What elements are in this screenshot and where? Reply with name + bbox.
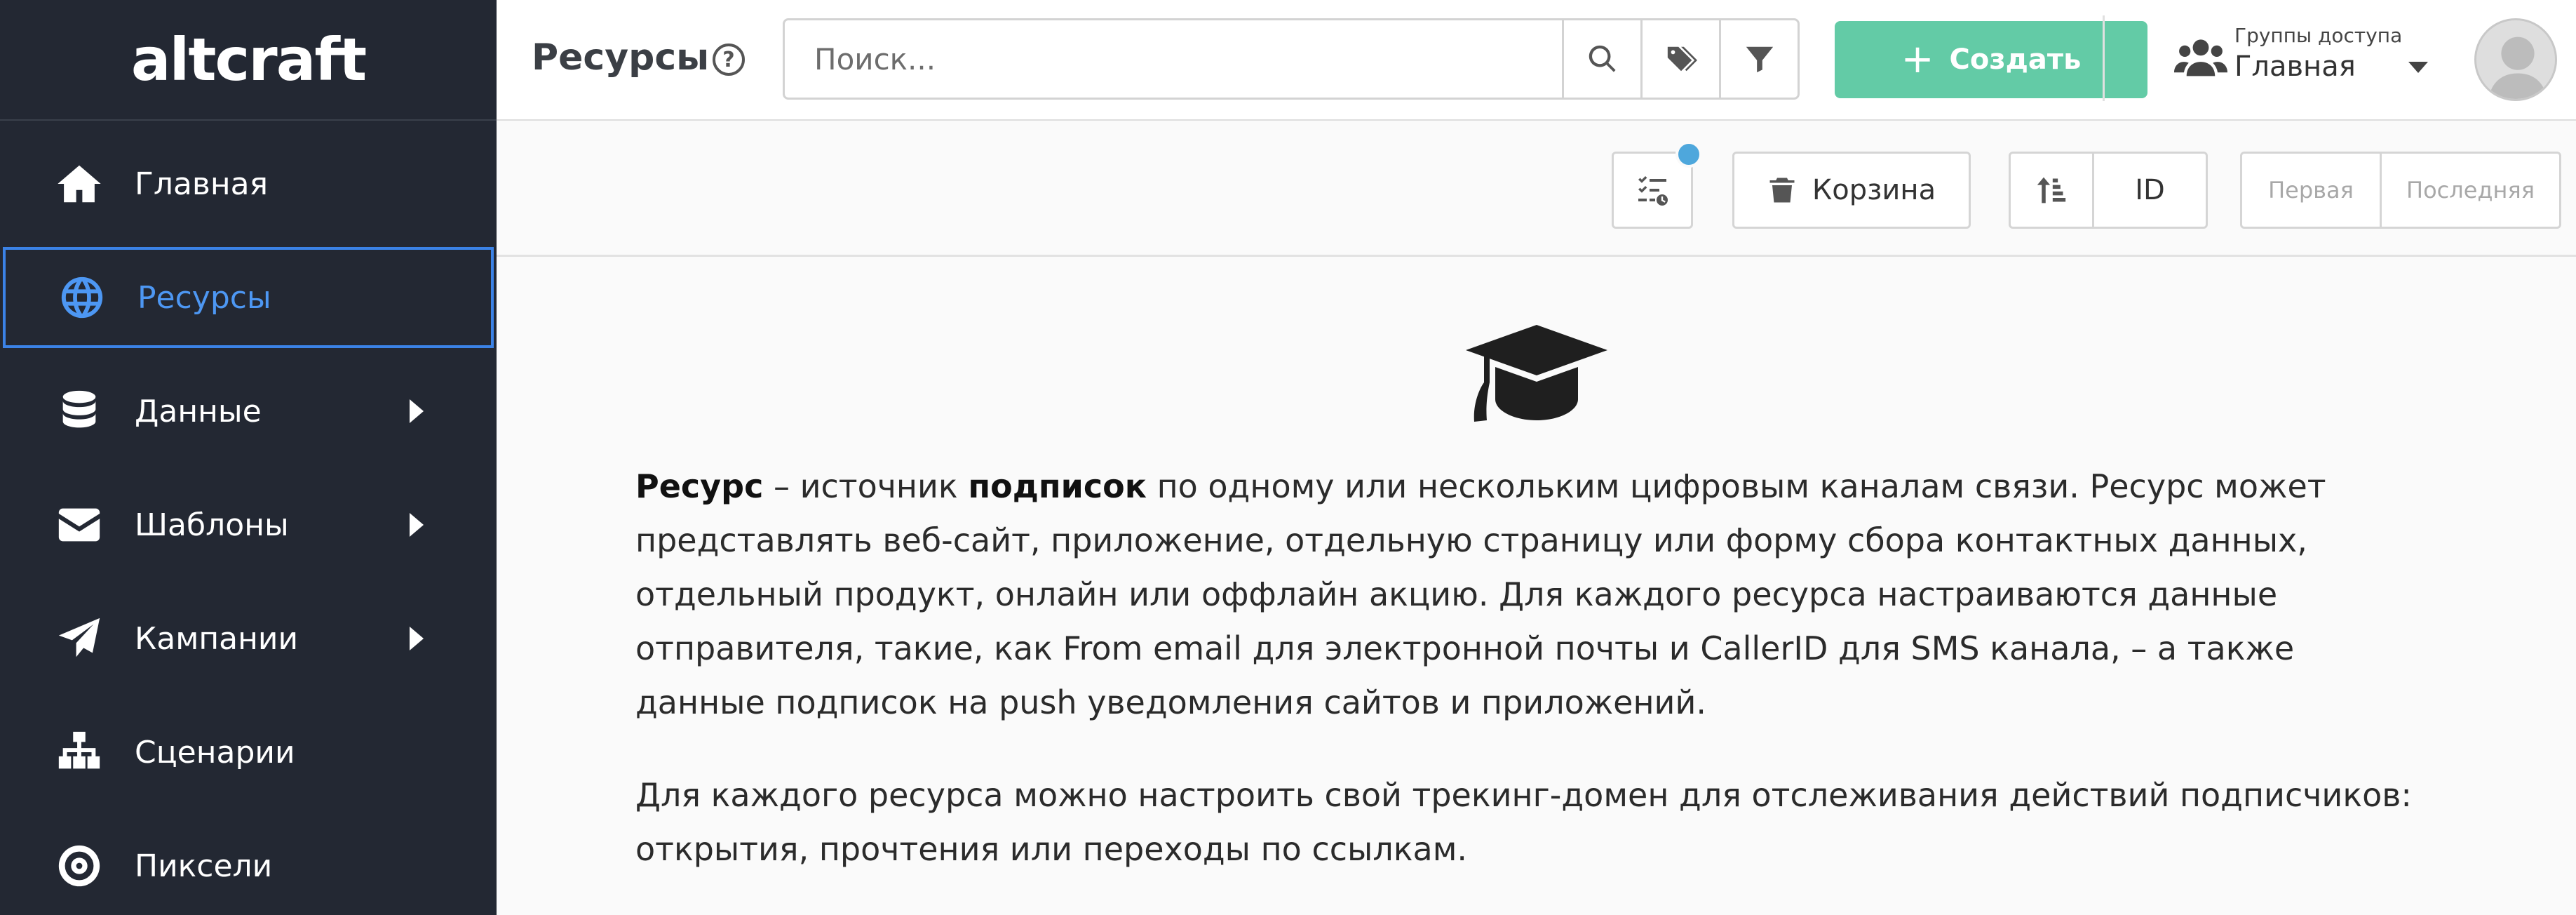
pagination: Первая Последняя bbox=[2240, 152, 2561, 229]
chevron-right-icon bbox=[410, 627, 424, 650]
sort-amount-up-icon bbox=[2037, 177, 2066, 203]
trash-button[interactable]: Корзина bbox=[1732, 152, 1971, 229]
sidebar-item-home[interactable]: Главная bbox=[0, 133, 497, 234]
app-logo[interactable]: altcraft bbox=[0, 0, 497, 121]
sidebar-item-campaigns[interactable]: Кампании bbox=[0, 588, 497, 689]
tags-button[interactable] bbox=[1640, 20, 1719, 98]
sidebar-item-pixels[interactable]: Пиксели bbox=[0, 815, 497, 915]
resources-empty-state: Ресурс – источник подписок по одному или… bbox=[497, 259, 2576, 915]
target-icon bbox=[53, 840, 105, 892]
search-bar bbox=[783, 18, 1800, 100]
sidebar-item-label: Шаблоны bbox=[135, 507, 289, 543]
subscriptions-term: подписок bbox=[968, 467, 1147, 505]
sort-field-button[interactable]: ID bbox=[2092, 154, 2206, 227]
tags-icon bbox=[1667, 46, 1697, 72]
chevron-right-icon bbox=[410, 399, 424, 423]
header-divider bbox=[2103, 15, 2105, 101]
top-header: Ресурсы ? + Создать Группы доступа Главн… bbox=[497, 0, 2576, 121]
sidebar-item-label: Ресурсы bbox=[137, 279, 271, 316]
caret-down-icon[interactable] bbox=[2408, 62, 2428, 73]
sidebar-item-label: Сценарии bbox=[135, 734, 295, 770]
resource-description: Ресурс – источник подписок по одному или… bbox=[635, 467, 2326, 721]
filter-button[interactable] bbox=[1719, 20, 1798, 98]
trash-button-label: Корзина bbox=[1812, 174, 1936, 206]
first-page-button[interactable]: Первая bbox=[2242, 154, 2380, 227]
access-groups-select[interactable]: Главная bbox=[2234, 51, 2356, 83]
database-icon bbox=[53, 385, 105, 437]
sidebar-nav: Главная Ресурсы Данные Шаблоны Кампании … bbox=[0, 133, 497, 915]
checklist-icon bbox=[1638, 176, 1668, 206]
chevron-right-icon bbox=[410, 513, 424, 537]
list-toolbar: Корзина ID Первая Последняя bbox=[497, 122, 2576, 257]
plus-icon: + bbox=[1901, 36, 1934, 82]
sidebar-item-templates[interactable]: Шаблоны bbox=[0, 474, 497, 575]
envelope-icon bbox=[53, 499, 105, 551]
notification-dot bbox=[1675, 141, 1702, 168]
bulk-tasks-button[interactable] bbox=[1612, 141, 1702, 229]
help-icon[interactable]: ? bbox=[713, 44, 745, 76]
sidebar-item-label: Главная bbox=[135, 166, 269, 202]
paper-plane-icon bbox=[53, 613, 105, 664]
search-button[interactable] bbox=[1562, 20, 1640, 98]
filter-icon bbox=[1746, 46, 1773, 73]
user-avatar[interactable] bbox=[2474, 18, 2557, 101]
graduation-cap-icon bbox=[1463, 321, 1610, 426]
sidebar-item-label: Кампании bbox=[135, 620, 299, 657]
sidebar-item-label: Данные bbox=[135, 393, 262, 429]
trash-icon bbox=[1769, 178, 1795, 203]
page-title: Ресурсы bbox=[532, 36, 710, 79]
sidebar: altcraft Главная Ресурсы Данные Шаблоны … bbox=[0, 0, 497, 915]
search-input[interactable] bbox=[785, 20, 1562, 98]
sidebar-item-resources[interactable]: Ресурсы bbox=[3, 247, 494, 348]
last-page-button[interactable]: Последняя bbox=[2380, 154, 2559, 227]
sidebar-item-data[interactable]: Данные bbox=[0, 361, 497, 462]
search-icon bbox=[1589, 45, 1616, 72]
users-icon bbox=[2174, 36, 2227, 83]
sort-direction-button[interactable] bbox=[2011, 154, 2092, 227]
tracking-domain-description: Для каждого ресурса можно настроить свой… bbox=[635, 776, 2412, 868]
user-silhouette-icon bbox=[2476, 20, 2555, 99]
sitemap-icon bbox=[53, 726, 105, 778]
sidebar-item-label: Пиксели bbox=[135, 848, 273, 884]
access-groups-caption: Группы доступа bbox=[2234, 24, 2403, 47]
sidebar-item-scenarios[interactable]: Сценарии bbox=[0, 702, 497, 803]
sort-control: ID bbox=[2009, 152, 2208, 229]
create-button[interactable]: + Создать bbox=[1835, 21, 2147, 98]
logo-text: altcraft bbox=[130, 25, 367, 94]
home-icon bbox=[53, 158, 105, 210]
create-button-label: Создать bbox=[1949, 44, 2082, 76]
resource-term: Ресурс bbox=[635, 467, 764, 505]
globe-icon bbox=[56, 272, 108, 323]
